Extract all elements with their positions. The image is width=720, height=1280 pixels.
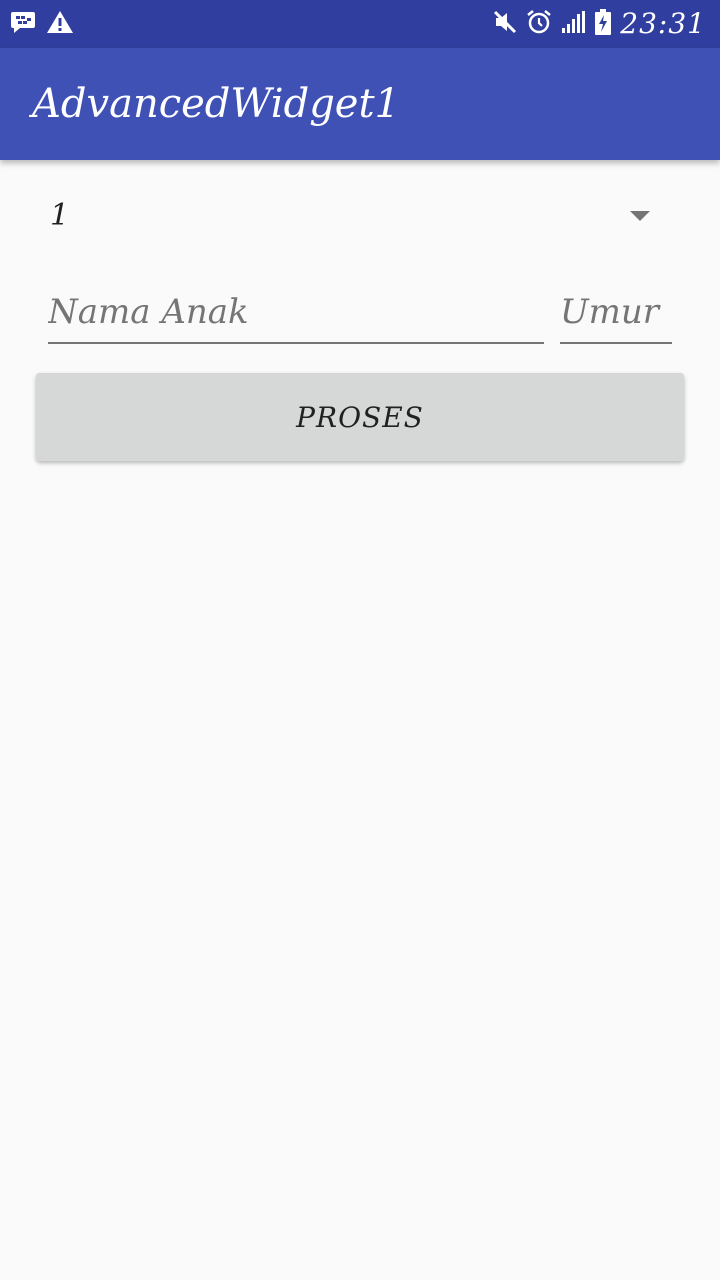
status-right-icons: 23:31: [492, 8, 706, 40]
age-field[interactable]: [560, 282, 672, 344]
status-bar: 23:31: [0, 0, 720, 48]
signal-icon: [560, 9, 586, 39]
number-spinner[interactable]: 1: [40, 186, 672, 250]
warning-icon: [46, 9, 74, 39]
spinner-selected-value: 1: [50, 198, 70, 233]
battery-charging-icon: [594, 8, 612, 40]
dropdown-arrow-icon: [630, 211, 650, 221]
bbm-notification-icon: [10, 10, 36, 38]
app-bar: AdvancedWidget1: [0, 48, 720, 160]
mute-icon: [492, 9, 518, 39]
child-name-field[interactable]: [48, 282, 544, 344]
app-title: AdvancedWidget1: [32, 81, 400, 127]
alarm-icon: [526, 9, 552, 39]
status-left-icons: [10, 10, 74, 38]
proses-button[interactable]: PROSES: [36, 373, 684, 461]
status-time: 23:31: [620, 7, 706, 40]
